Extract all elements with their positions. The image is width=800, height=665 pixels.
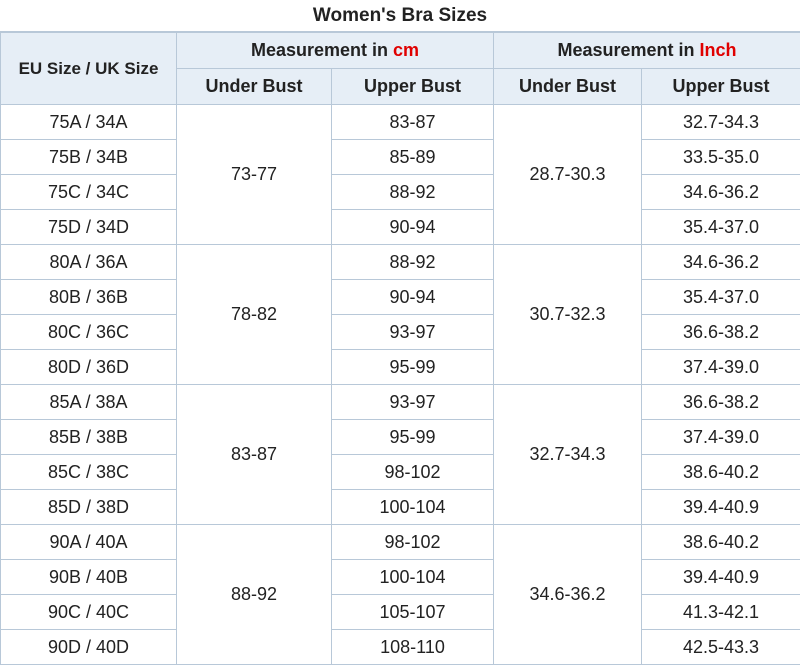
cell-upper-bust-inch: 37.4-39.0 (641, 419, 800, 455)
cell-upper-bust-cm: 95-99 (331, 349, 494, 385)
cell-size: 85B / 38B (0, 419, 177, 455)
cell-under-bust-inch: 34.6-36.2 (493, 524, 642, 665)
cell-upper-bust-inch: 34.6-36.2 (641, 244, 800, 280)
cell-upper-bust-inch: 36.6-38.2 (641, 314, 800, 350)
cell-upper-bust-cm: 85-89 (331, 139, 494, 175)
header-eu-uk-size: EU Size / UK Size (0, 32, 177, 105)
table-body: 75A / 34A 73-77 83-87 28.7-30.3 32.7-34.3 75B… (0, 104, 800, 665)
cell-size: 75B / 34B (0, 139, 177, 175)
cell-size: 90C / 40C (0, 594, 177, 630)
cell-upper-bust-cm: 90-94 (331, 279, 494, 315)
cell-upper-bust-inch: 35.4-37.0 (641, 209, 800, 245)
table-row: 90C / 40C 105-107 41.3-42.1 (0, 594, 800, 630)
cell-size: 75D / 34D (0, 209, 177, 245)
cell-upper-bust-cm: 83-87 (331, 104, 494, 140)
cell-upper-bust-cm: 108-110 (331, 629, 494, 665)
cell-upper-bust-cm: 95-99 (331, 419, 494, 455)
cell-size: 85D / 38D (0, 489, 177, 525)
table-row: 85B / 38B 95-99 37.4-39.0 (0, 419, 800, 455)
cell-upper-bust-inch: 34.6-36.2 (641, 174, 800, 210)
cell-upper-bust-cm: 100-104 (331, 489, 494, 525)
table-row: 75A / 34A 73-77 83-87 28.7-30.3 32.7-34.3 (0, 104, 800, 245)
header-group-inch-prefix: Measurement in (557, 40, 700, 60)
cell-upper-bust-inch: 39.4-40.9 (641, 489, 800, 525)
cell-upper-bust-cm: 100-104 (331, 559, 494, 595)
cell-upper-bust-cm: 90-94 (331, 209, 494, 245)
cell-upper-bust-cm: 88-92 (331, 174, 494, 210)
cell-size: 75C / 34C (0, 174, 177, 210)
cell-upper-bust-cm: 88-92 (331, 244, 494, 280)
cell-upper-bust-inch: 37.4-39.0 (641, 349, 800, 385)
cell-size: 90B / 40B (0, 559, 177, 595)
cell-size: 80B / 36B (0, 279, 177, 315)
cell-under-bust-cm: 73-77 (176, 104, 332, 245)
cell-under-bust-cm: 88-92 (176, 524, 332, 665)
cell-under-bust-inch: 30.7-32.3 (493, 244, 642, 385)
header-unit-inch: Inch (699, 40, 737, 60)
cell-under-bust-cm: 78-82 (176, 244, 332, 385)
cell-size: 80C / 36C (0, 314, 177, 350)
cell-size: 85C / 38C (0, 454, 177, 490)
cell-upper-bust-inch: 33.5-35.0 (641, 139, 800, 175)
cell-upper-bust-inch: 32.7-34.3 (641, 104, 800, 140)
cell-size: 80D / 36D (0, 349, 177, 385)
header-unit-cm: cm (393, 40, 420, 60)
cell-upper-bust-inch: 42.5-43.3 (641, 629, 800, 665)
cell-size: 80A / 36A (0, 244, 177, 280)
header-under-bust-inch: Under Bust (493, 68, 642, 105)
cell-upper-bust-inch: 41.3-42.1 (641, 594, 800, 630)
table-row: 85A / 38A 83-87 93-97 32.7-34.3 36.6-38.2 (0, 384, 800, 525)
cell-upper-bust-inch: 36.6-38.2 (641, 384, 800, 420)
cell-upper-bust-inch: 38.6-40.2 (641, 454, 800, 490)
table-row: 85C / 38C 98-102 38.6-40.2 (0, 454, 800, 490)
header-group-cm-prefix: Measurement in (250, 40, 394, 60)
cell-under-bust-inch: 28.7-30.3 (493, 104, 642, 245)
table-row: 80B / 36B 90-94 35.4-37.0 (0, 279, 800, 315)
cell-upper-bust-cm: 93-97 (331, 314, 494, 350)
cell-size: 90D / 40D (0, 629, 177, 665)
header-group-inch: Measurement in Inch (493, 32, 800, 69)
table-header: EU Size / UK Size Measurement in cm Meas… (0, 32, 800, 105)
page-title: Women's Bra Sizes (0, 0, 800, 32)
header-group-cm: Measurement in cm (176, 32, 494, 69)
table-row: 80D / 36D 95-99 37.4-39.0 (0, 349, 800, 385)
header-upper-bust-cm: Upper Bust (331, 68, 494, 105)
table-row: 90A / 40A 88-92 98-102 34.6-36.2 38.6-40.2 (0, 524, 800, 665)
cell-under-bust-cm: 83-87 (176, 384, 332, 525)
header-under-bust-cm: Under Bust (176, 68, 332, 105)
cell-upper-bust-cm: 98-102 (331, 454, 494, 490)
cell-under-bust-inch: 32.7-34.3 (493, 384, 642, 525)
table-row: 80C / 36C 93-97 36.6-38.2 (0, 314, 800, 350)
table-row: 75D / 34D 90-94 35.4-37.0 (0, 209, 800, 245)
cell-upper-bust-cm: 93-97 (331, 384, 494, 420)
table-row: 75C / 34C 88-92 34.6-36.2 (0, 174, 800, 210)
cell-upper-bust-inch: 39.4-40.9 (641, 559, 800, 595)
bra-size-table: EU Size / UK Size Measurement in cm Meas… (0, 32, 800, 665)
cell-upper-bust-cm: 105-107 (331, 594, 494, 630)
cell-size: 90A / 40A (0, 524, 177, 560)
table-row: 75B / 34B 85-89 33.5-35.0 (0, 139, 800, 175)
table-row: 90D / 40D 108-110 42.5-43.3 (0, 629, 800, 665)
cell-size: 85A / 38A (0, 384, 177, 420)
table-row: 80A / 36A 78-82 88-92 30.7-32.3 34.6-36.2 (0, 244, 800, 385)
cell-upper-bust-cm: 98-102 (331, 524, 494, 560)
table-row: 90B / 40B 100-104 39.4-40.9 (0, 559, 800, 595)
cell-size: 75A / 34A (0, 104, 177, 140)
header-row-groups: EU Size / UK Size Measurement in cm Meas… (0, 32, 800, 105)
cell-upper-bust-inch: 35.4-37.0 (641, 279, 800, 315)
header-upper-bust-inch: Upper Bust (641, 68, 800, 105)
table-row: 85D / 38D 100-104 39.4-40.9 (0, 489, 800, 525)
cell-upper-bust-inch: 38.6-40.2 (641, 524, 800, 560)
